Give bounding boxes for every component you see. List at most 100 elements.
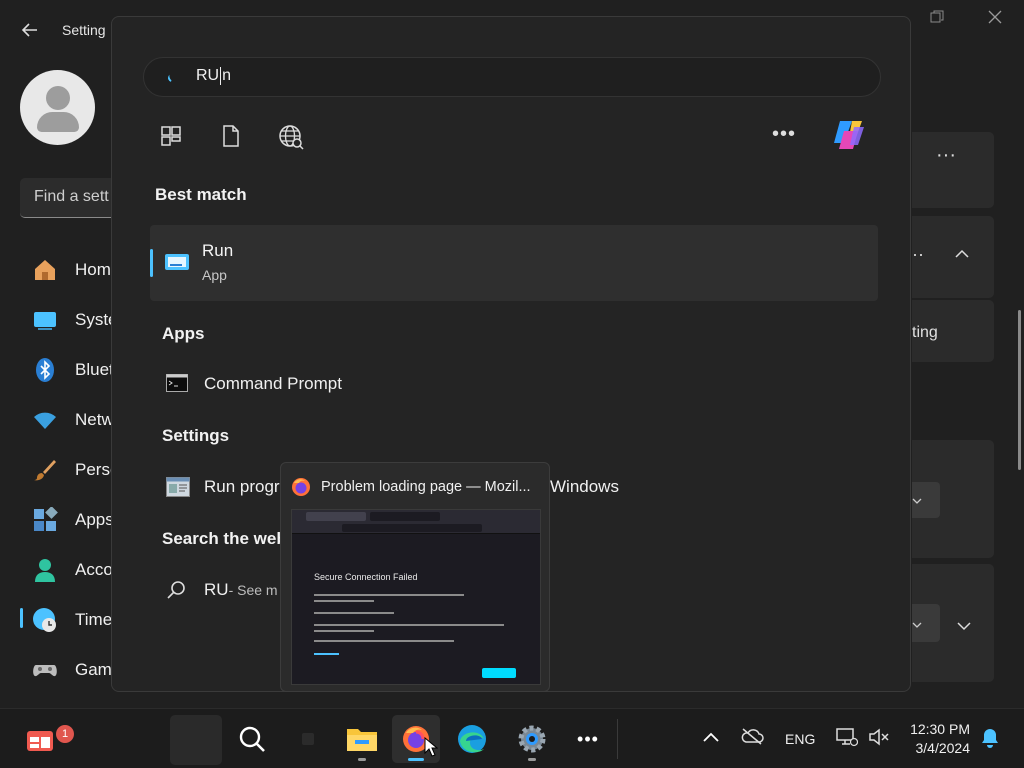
notification-badge: 1: [56, 725, 74, 743]
documents-filter-icon[interactable]: [219, 124, 243, 148]
home-icon: [32, 257, 58, 283]
nav-item-system[interactable]: Syste: [20, 300, 120, 340]
volume-muted-icon[interactable]: [868, 727, 890, 752]
apps-filter-icon[interactable]: [159, 124, 183, 148]
mouse-cursor-icon: [424, 736, 439, 762]
result-run-programs-setting[interactable]: Run progr: [166, 472, 280, 502]
widgets-button[interactable]: 1: [16, 715, 74, 763]
nav-label: Netw: [75, 410, 114, 429]
thumb-text-line: [314, 594, 464, 596]
nav-item-time-language[interactable]: Time: [20, 600, 120, 640]
firefox-icon: [291, 477, 311, 497]
settings-title: Setting: [62, 22, 106, 38]
result-command-prompt[interactable]: Command Prompt: [166, 369, 342, 399]
start-button[interactable]: [170, 715, 222, 765]
thumb-text-line: [314, 612, 394, 614]
task-view-button[interactable]: [284, 715, 332, 763]
language-indicator[interactable]: ENG: [785, 731, 815, 747]
chevron-down-icon: [912, 616, 922, 634]
best-match-subtitle: App: [202, 267, 227, 283]
notification-bell-icon[interactable]: [980, 727, 1000, 754]
result-web-search[interactable]: RU - See m: [166, 575, 278, 605]
web-filter-icon[interactable]: [278, 124, 304, 150]
web-query-label: RU: [204, 580, 229, 599]
query-text: RU: [196, 67, 220, 85]
nav-item-bluetooth[interactable]: Bluet: [20, 350, 120, 390]
thumb-try-again-button: [482, 668, 516, 678]
chevron-down-icon[interactable]: [956, 618, 972, 636]
apps-heading: Apps: [162, 324, 205, 343]
settings-app-button[interactable]: [508, 715, 556, 763]
chevron-up-icon[interactable]: [954, 246, 970, 264]
search-input[interactable]: RU n: [143, 57, 881, 97]
nav-item-apps[interactable]: Apps: [20, 500, 120, 540]
more-options-icon[interactable]: •••: [772, 123, 796, 146]
avatar[interactable]: [20, 70, 95, 145]
copilot-icon[interactable]: [830, 117, 868, 153]
settings-card[interactable]: [912, 564, 994, 682]
settings-window-icon: [166, 477, 190, 497]
nav-item-network[interactable]: Netw: [20, 400, 120, 440]
search-query[interactable]: RU n: [196, 67, 231, 85]
preview-title: Problem loading page — Mozil...: [321, 479, 531, 495]
setting-label: ting: [912, 324, 938, 341]
settings-card[interactable]: [912, 440, 994, 558]
search-web-heading: Search the web: [162, 529, 287, 548]
scrollbar[interactable]: [1018, 310, 1021, 470]
nav-label: Hom: [75, 260, 111, 279]
settings-card[interactable]: ··: [912, 216, 994, 298]
result-label: Command Prompt: [204, 374, 342, 393]
thumb-text-line: [314, 624, 504, 626]
chevron-down-icon: [912, 492, 922, 510]
time-language-icon: [32, 607, 58, 633]
restore-icon[interactable]: [930, 10, 944, 29]
nav-label: Time: [75, 610, 113, 629]
best-match-heading: Best match: [155, 185, 247, 204]
settings-card[interactable]: ting: [912, 300, 994, 362]
system-icon: [32, 307, 58, 333]
web-query-sub: - See m: [228, 582, 278, 598]
network-icon: [32, 407, 58, 433]
gaming-icon: [32, 657, 58, 683]
edge-button[interactable]: [448, 715, 496, 763]
avatar-body: [37, 112, 79, 132]
clock-date: 3/4/2024: [915, 740, 971, 756]
settings-card[interactable]: ···: [912, 132, 994, 208]
nav-label: Bluet: [75, 360, 114, 379]
result-label-tail: Windows: [550, 472, 619, 502]
nav-item-gaming[interactable]: Gam: [20, 650, 120, 690]
running-indicator: [358, 758, 366, 761]
chevron-up-icon[interactable]: [702, 730, 720, 748]
nav-label: Gam: [75, 660, 112, 679]
close-icon[interactable]: [988, 10, 1002, 29]
back-arrow-icon[interactable]: [20, 20, 40, 40]
running-indicator: [528, 758, 536, 761]
command-prompt-icon: [166, 374, 190, 394]
more-options-icon[interactable]: ··: [912, 244, 924, 265]
thumb-tab: [370, 512, 440, 521]
nav-label: Apps: [75, 510, 114, 529]
onedrive-offline-icon[interactable]: [740, 727, 764, 750]
best-match-run-app[interactable]: Run App: [150, 225, 878, 301]
accounts-icon: [32, 557, 58, 583]
firefox-taskbar-preview[interactable]: Problem loading page — Mozil... Secure C…: [280, 462, 550, 692]
more-options-icon[interactable]: ···: [936, 144, 956, 167]
search-button[interactable]: [228, 715, 276, 763]
network-icon[interactable]: [836, 727, 859, 752]
taskbar-separator: [617, 719, 618, 759]
avatar-head: [46, 86, 70, 110]
apps-icon: [32, 506, 58, 533]
clock[interactable]: 12:30 PM 3/4/2024: [900, 720, 970, 758]
thumb-text-line: [314, 640, 454, 642]
result-label: Run progr: [204, 477, 280, 496]
nav-item-accounts[interactable]: Acco: [20, 550, 120, 590]
task-view-icon: [302, 733, 314, 745]
more-apps-icon[interactable]: •••: [564, 715, 612, 763]
best-match-title: Run: [202, 241, 234, 260]
nav-item-home[interactable]: Hom: [20, 250, 120, 290]
search-icon: [166, 580, 190, 600]
thumb-link: [314, 653, 339, 655]
preview-thumbnail[interactable]: Secure Connection Failed: [291, 509, 541, 685]
nav-item-personalization[interactable]: Perso: [20, 450, 120, 490]
file-explorer-button[interactable]: [338, 715, 386, 763]
